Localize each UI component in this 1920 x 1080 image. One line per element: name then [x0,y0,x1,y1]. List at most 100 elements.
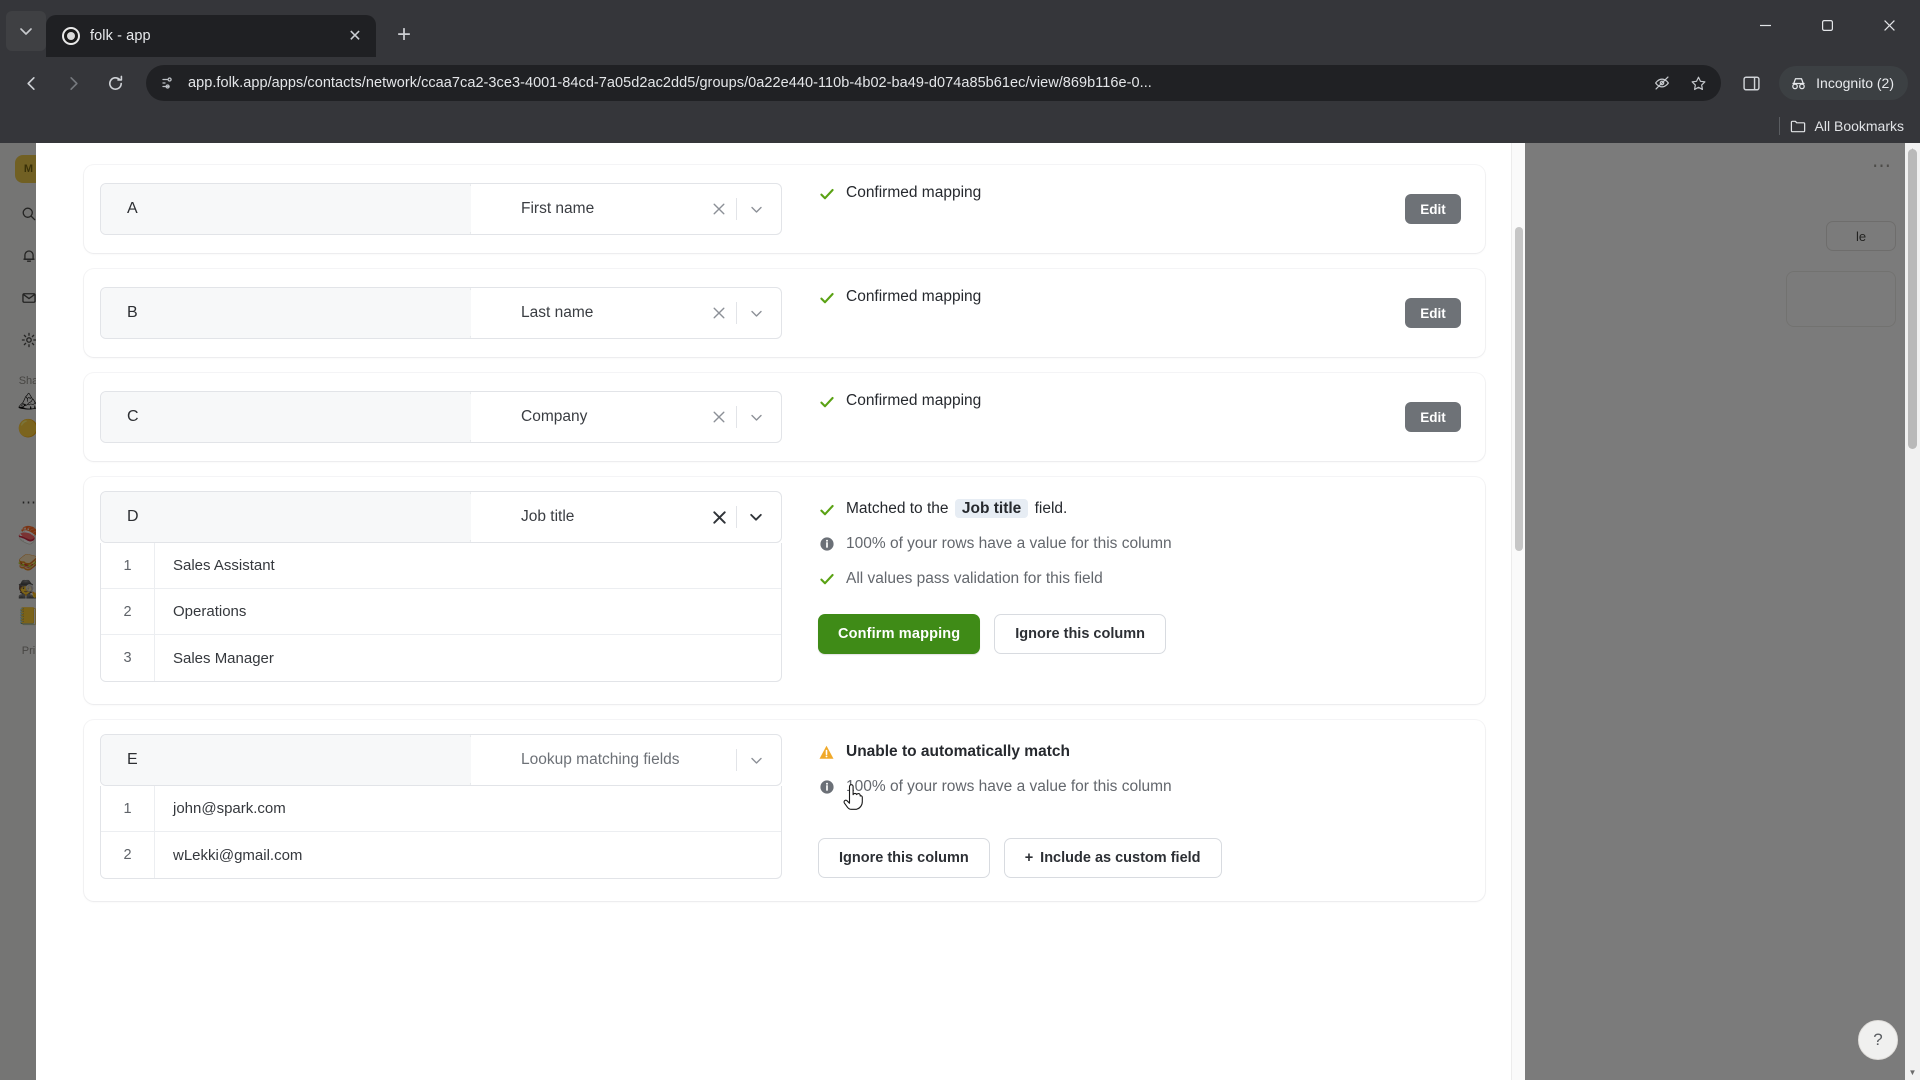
table-row: 2 wLekki@gmail.com [101,832,781,878]
column-letter-d: D [101,492,471,542]
hide-tracking-icon[interactable] [1649,70,1675,96]
field-name-d[interactable]: Job title [471,492,702,542]
check-icon [818,289,835,306]
mapping-widget-c: C Company [100,391,782,443]
table-row: 1 Sales Assistant [101,543,781,589]
incognito-icon [1792,77,1805,89]
status-row-coverage: 100% of your rows have a value for this … [818,534,1467,555]
mapping-actions-d [702,492,781,542]
scroll-down-arrow[interactable]: ▼ [1905,1065,1920,1080]
browser-window: folk - app ✕ + app.folk.app/apps/contact… [0,0,1920,1080]
page-scrollbar[interactable]: ▲ ▼ [1905,143,1920,1080]
chevron-down-icon[interactable] [737,500,775,534]
info-icon [818,536,835,553]
incognito-label: Incognito (2) [1816,75,1894,91]
action-buttons-e: Ignore this column + Include as custom f… [818,837,1467,878]
field-name-c[interactable]: Company [471,392,702,442]
coverage-message-e: 100% of your rows have a value for this … [846,777,1172,795]
folder-icon [1790,120,1805,132]
matched-suffix: field. [1034,500,1068,517]
window-controls [1734,0,1920,50]
modal-scrollbar-thumb[interactable] [1515,227,1523,551]
clear-mapping-icon[interactable] [702,400,736,434]
address-bar[interactable]: app.folk.app/apps/contacts/network/ccaa7… [146,65,1722,101]
toolbar-right: Incognito (2) [1733,65,1908,101]
status-panel-d: Matched to the Job title field. 100% of … [782,491,1467,654]
clear-mapping-icon[interactable] [702,296,736,330]
row-number: 2 [101,832,155,878]
mapping-widget-b: B Last name [100,287,782,339]
bookmark-star-icon[interactable] [1685,70,1711,96]
mapping-card-b: B Last name Confirmed mapping Edit [84,269,1485,357]
row-number: 1 [101,786,155,831]
field-name-a[interactable]: First name [471,184,702,234]
reload-button[interactable] [96,64,134,102]
chevron-down-icon[interactable] [737,743,775,777]
folk-favicon [62,27,80,45]
browser-toolbar: app.folk.app/apps/contacts/network/ccaa7… [0,57,1920,109]
new-tab-button[interactable]: + [386,17,422,53]
mapping-actions-a [702,184,781,234]
status-panel-b: Confirmed mapping [782,287,1467,308]
site-settings-icon[interactable] [160,74,178,92]
status-row-confirmed: Confirmed mapping [818,183,1467,204]
mapping-header-b: B Last name [100,287,782,339]
edit-button-a[interactable]: Edit [1405,194,1461,224]
forward-button[interactable] [54,64,92,102]
row-value: Operations [173,603,247,620]
info-icon [818,779,835,796]
matched-field-chip: Job title [954,499,1029,518]
tab-search-button[interactable] [6,11,46,51]
warning-triangle-icon [818,744,835,761]
mapping-card-c: C Company Confirmed mapping Edit [84,373,1485,461]
field-name-e[interactable]: Lookup matching fields [471,735,736,785]
plus-icon: + [1024,849,1034,866]
row-number: 1 [101,543,155,588]
incognito-indicator[interactable]: Incognito (2) [1779,66,1908,100]
mouse-cursor [842,783,864,811]
edit-button-b[interactable]: Edit [1405,298,1461,328]
page-scrollbar-thumb[interactable] [1908,149,1917,449]
maximize-icon[interactable] [1796,0,1858,50]
confirm-mapping-button[interactable]: Confirm mapping [818,613,981,654]
field-name-b[interactable]: Last name [471,288,702,338]
status-row-matched: Matched to the Job title field. [818,499,1467,520]
row-value: Sales Assistant [173,557,275,574]
clear-mapping-icon[interactable] [702,500,736,534]
row-value: wLekki@gmail.com [173,846,303,864]
close-window-icon[interactable] [1858,0,1920,50]
warning-message-e: Unable to automatically match [846,743,1070,760]
chevron-down-icon[interactable] [737,296,775,330]
ignore-column-button[interactable]: Ignore this column [994,613,1166,654]
side-panel-icon[interactable] [1733,65,1769,101]
close-tab-icon[interactable]: ✕ [344,25,366,47]
status-panel-e: Unable to automatically match 100% of yo… [782,734,1467,878]
help-button[interactable]: ? [1858,1020,1898,1060]
mapping-list: A First name Confirmed mapping Edit B La… [36,143,1525,1080]
status-panel-a: Confirmed mapping [782,183,1467,204]
tab-title: folk - app [90,28,151,44]
edit-button-c[interactable]: Edit [1405,402,1461,432]
url-text: app.folk.app/apps/contacts/network/ccaa7… [188,75,1152,91]
all-bookmarks-button[interactable]: All Bookmarks [1790,118,1904,135]
row-value: john@spark.com [173,800,286,817]
mapping-card-a: A First name Confirmed mapping Edit [84,165,1485,253]
matched-prefix: Matched to the [846,500,949,517]
minimize-icon[interactable] [1734,0,1796,50]
column-letter-c: C [101,392,471,442]
back-button[interactable] [12,64,50,102]
bookmarks-bar: All Bookmarks [0,109,1920,143]
mapping-header-c: C Company [100,391,782,443]
mapping-actions-b [702,288,781,338]
clear-mapping-icon[interactable] [702,192,736,226]
check-icon [818,501,835,518]
browser-tab[interactable]: folk - app ✕ [46,15,376,57]
chevron-down-icon[interactable] [737,400,775,434]
chevron-down-icon[interactable] [737,192,775,226]
all-bookmarks-label: All Bookmarks [1814,118,1904,134]
ignore-column-button-e[interactable]: Ignore this column [818,837,990,878]
include-custom-field-button[interactable]: + Include as custom field [1003,837,1222,878]
table-row: 1 john@spark.com [101,786,781,832]
modal-scrollbar[interactable] [1511,143,1525,1080]
mapping-widget-e: E Lookup matching fields 1 john@spark.co… [100,734,782,879]
